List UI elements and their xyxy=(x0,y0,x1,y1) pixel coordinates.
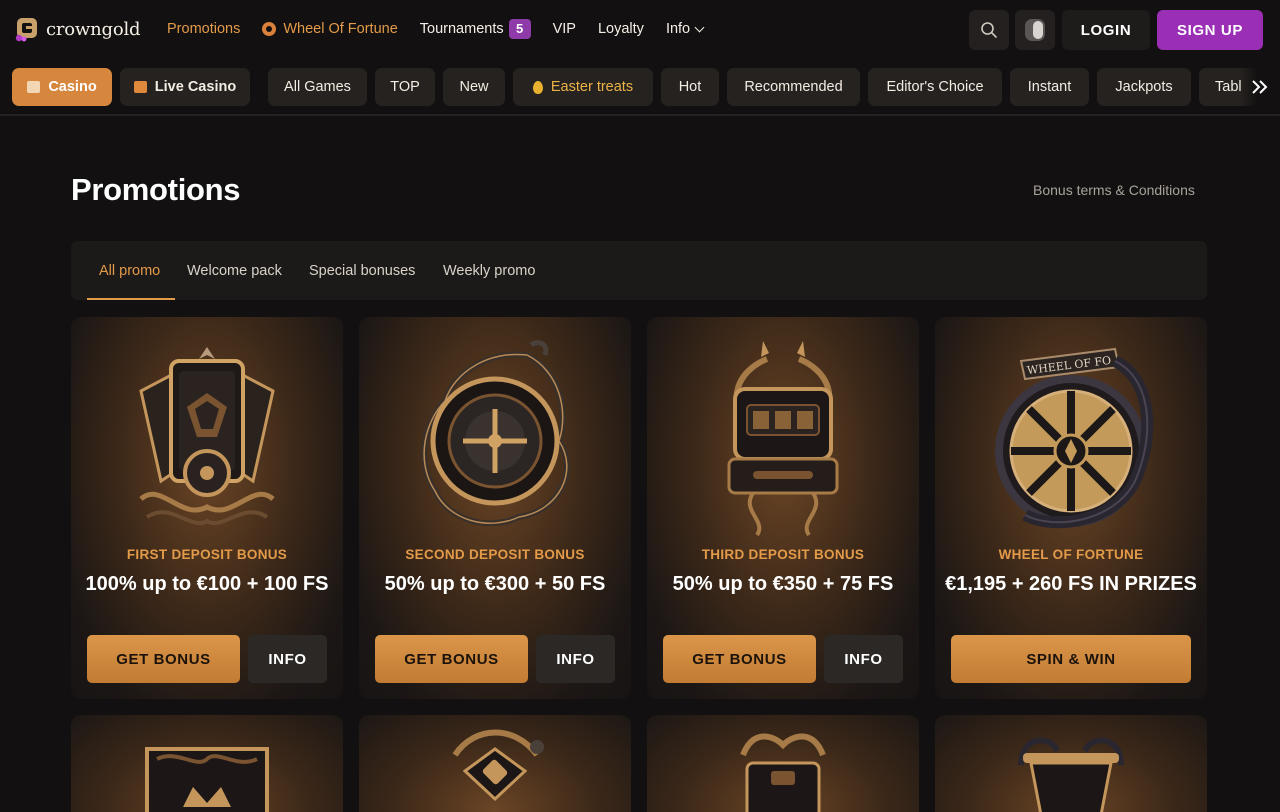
get-bonus-button[interactable]: GET BONUS xyxy=(87,635,240,683)
category-instant-label: Instant xyxy=(1027,79,1072,95)
category-instant[interactable]: Instant xyxy=(1010,68,1089,106)
card-roulette-art-icon xyxy=(421,340,570,527)
header-divider xyxy=(0,114,1280,116)
tab-weekly-promo-label: Weekly promo xyxy=(443,262,536,279)
info-button[interactable]: INFO xyxy=(536,635,615,683)
category-bar: Casino Live Casino All Games TOP New Eas… xyxy=(0,68,1280,106)
card-shield-art-icon xyxy=(139,347,275,525)
nav-info-label: Info xyxy=(665,21,691,37)
spin-and-win-button[interactable]: SPIN & WIN xyxy=(951,635,1191,683)
card-slot-machine-art-icon xyxy=(727,341,839,537)
promo-card-row2-1 xyxy=(71,715,343,812)
scroll-right-button[interactable] xyxy=(1240,68,1280,106)
signup-button[interactable]: SIGN UP xyxy=(1157,10,1263,50)
card-fortune-wheel-art-icon: WHEEL OF FO xyxy=(995,347,1154,529)
main-nav: Promotions Wheel Of Fortune Tournaments 5… xyxy=(167,19,725,39)
category-recommended-label: Recommended xyxy=(744,79,843,95)
tab-special-bonuses-label: Special bonuses xyxy=(309,262,416,279)
nav-info-dropdown[interactable]: Info xyxy=(665,21,705,37)
nav-tournaments[interactable]: Tournaments 5 xyxy=(420,19,531,39)
info-button[interactable]: INFO xyxy=(824,635,903,683)
bonus-terms-link[interactable]: Bonus terms & Conditions xyxy=(1033,182,1195,198)
promo-description: 50% up to €300 + 50 FS xyxy=(384,573,606,595)
tab-all-promo-label: All promo xyxy=(99,262,161,279)
nav-vip[interactable]: VIP xyxy=(553,21,576,37)
category-new-label: New xyxy=(459,79,489,95)
nav-promotions[interactable]: Promotions xyxy=(167,21,240,37)
category-live-casino-label: Live Casino xyxy=(154,79,237,95)
promo-card-row2-3 xyxy=(647,715,919,812)
egg-icon xyxy=(532,80,543,94)
promo-title: THIRD DEPOSIT BONUS xyxy=(701,547,865,562)
double-chevron-right-icon xyxy=(1252,80,1268,94)
promo-card-second-deposit: SECOND DEPOSIT BONUS 50% up to €300 + 50… xyxy=(359,317,631,699)
category-jackpots[interactable]: Jackpots xyxy=(1097,68,1191,106)
nav-wheel-of-fortune[interactable]: Wheel Of Fortune xyxy=(262,21,398,37)
nav-loyalty-label: Loyalty xyxy=(597,21,644,37)
tab-weekly-promo[interactable]: Weekly promo xyxy=(443,241,535,300)
category-hot[interactable]: Hot xyxy=(661,68,719,106)
promo-tabs: All promo Welcome pack Special bonuses W… xyxy=(71,241,1207,300)
category-top[interactable]: TOP xyxy=(375,68,435,106)
card-crown-frame-art-icon xyxy=(145,747,269,812)
nav-tournaments-label: Tournaments xyxy=(419,21,504,37)
category-jackpots-label: Jackpots xyxy=(1115,79,1173,95)
brand-name: crowngold xyxy=(46,18,141,40)
category-tables-label: Tabl xyxy=(1215,79,1242,95)
card-chest-art-icon xyxy=(740,733,826,812)
category-all-games[interactable]: All Games xyxy=(268,68,367,106)
theme-toggle-button[interactable] xyxy=(1015,10,1055,50)
promo-card-first-deposit: FIRST DEPOSIT BONUS 100% up to €100 + 10… xyxy=(71,317,343,699)
category-recommended[interactable]: Recommended xyxy=(727,68,860,106)
crown-logo-icon xyxy=(15,18,37,42)
nav-loyalty[interactable]: Loyalty xyxy=(598,21,644,37)
promo-title: SECOND DEPOSIT BONUS xyxy=(405,547,585,562)
promo-card-row2-4 xyxy=(935,715,1207,812)
get-bonus-button[interactable]: GET BONUS xyxy=(375,635,528,683)
category-live-casino[interactable]: Live Casino xyxy=(120,68,250,106)
wheel-icon xyxy=(262,22,277,36)
promo-title: FIRST DEPOSIT BONUS xyxy=(126,547,288,562)
category-easter-label: Easter treats xyxy=(550,79,634,95)
promo-description: 50% up to €350 + 75 FS xyxy=(672,573,894,595)
live-casino-icon xyxy=(133,81,147,93)
nav-vip-label: VIP xyxy=(552,21,576,37)
nav-wheel-label: Wheel Of Fortune xyxy=(283,21,398,37)
tab-welcome-pack-label: Welcome pack xyxy=(187,262,282,279)
promo-description: €1,195 + 260 FS IN PRIZES xyxy=(945,573,1197,595)
card-cauldron-art-icon xyxy=(1018,737,1124,812)
promo-title: WHEEL OF FORTUNE xyxy=(998,547,1144,562)
category-casino-label: Casino xyxy=(48,79,97,95)
get-bonus-button[interactable]: GET BONUS xyxy=(663,635,816,683)
brand-logo[interactable]: crowngold xyxy=(14,16,141,42)
search-button[interactable] xyxy=(969,10,1009,50)
tournaments-count-badge: 5 xyxy=(508,19,531,39)
tab-all-promo[interactable]: All promo xyxy=(99,241,160,300)
category-casino[interactable]: Casino xyxy=(12,68,112,106)
login-button[interactable]: LOGIN xyxy=(1062,10,1150,50)
category-editors-choice-label: Editor's Choice xyxy=(886,79,984,95)
promo-card-row2-2 xyxy=(359,715,631,812)
category-all-games-label: All Games xyxy=(284,79,351,95)
promo-description: 100% up to €100 + 100 FS xyxy=(85,573,329,595)
info-button[interactable]: INFO xyxy=(248,635,327,683)
category-hot-label: Hot xyxy=(678,79,702,95)
category-editors-choice[interactable]: Editor's Choice xyxy=(868,68,1002,106)
category-easter-treats[interactable]: Easter treats xyxy=(513,68,653,106)
tab-special-bonuses[interactable]: Special bonuses xyxy=(309,241,415,300)
theme-toggle-icon xyxy=(1025,19,1045,41)
page-title: Promotions xyxy=(71,172,241,207)
tab-welcome-pack[interactable]: Welcome pack xyxy=(187,241,282,300)
active-tab-indicator xyxy=(87,298,175,300)
search-icon xyxy=(981,22,997,38)
chevron-down-icon xyxy=(694,22,705,32)
nav-promotions-label: Promotions xyxy=(167,21,241,37)
category-new[interactable]: New xyxy=(443,68,505,106)
promo-card-wheel-of-fortune: WHEEL OF FO WHEEL OF FORTUNE €1,195 + 26… xyxy=(935,317,1207,699)
category-top-label: TOP xyxy=(390,79,420,95)
casino-icon xyxy=(27,81,41,93)
top-header: crowngold Promotions Wheel Of Fortune To… xyxy=(0,0,1280,62)
promo-card-third-deposit: THIRD DEPOSIT BONUS 50% up to €350 + 75 … xyxy=(647,317,919,699)
card-dice-art-icon xyxy=(452,729,544,802)
